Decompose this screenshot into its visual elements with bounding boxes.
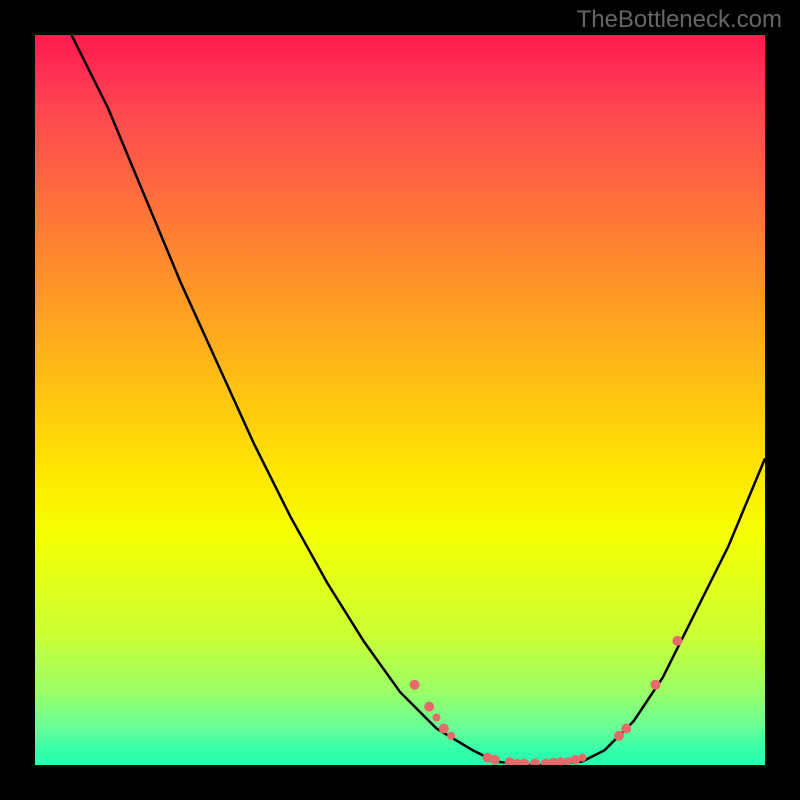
- data-marker: [614, 731, 624, 741]
- data-marker: [433, 714, 441, 722]
- data-marker: [447, 732, 455, 740]
- data-marker: [424, 702, 434, 712]
- data-marker: [651, 680, 661, 690]
- data-marker: [490, 755, 500, 765]
- data-marker: [439, 724, 449, 734]
- data-markers: [410, 636, 683, 765]
- data-marker: [672, 636, 682, 646]
- data-marker: [410, 680, 420, 690]
- chart-curve-layer: [35, 35, 765, 765]
- data-marker: [570, 755, 580, 765]
- data-marker: [530, 759, 540, 766]
- data-marker: [621, 724, 631, 734]
- data-marker: [519, 759, 529, 766]
- bottleneck-curve: [72, 35, 766, 765]
- watermark-text: TheBottleneck.com: [577, 6, 782, 34]
- data-marker: [579, 754, 587, 762]
